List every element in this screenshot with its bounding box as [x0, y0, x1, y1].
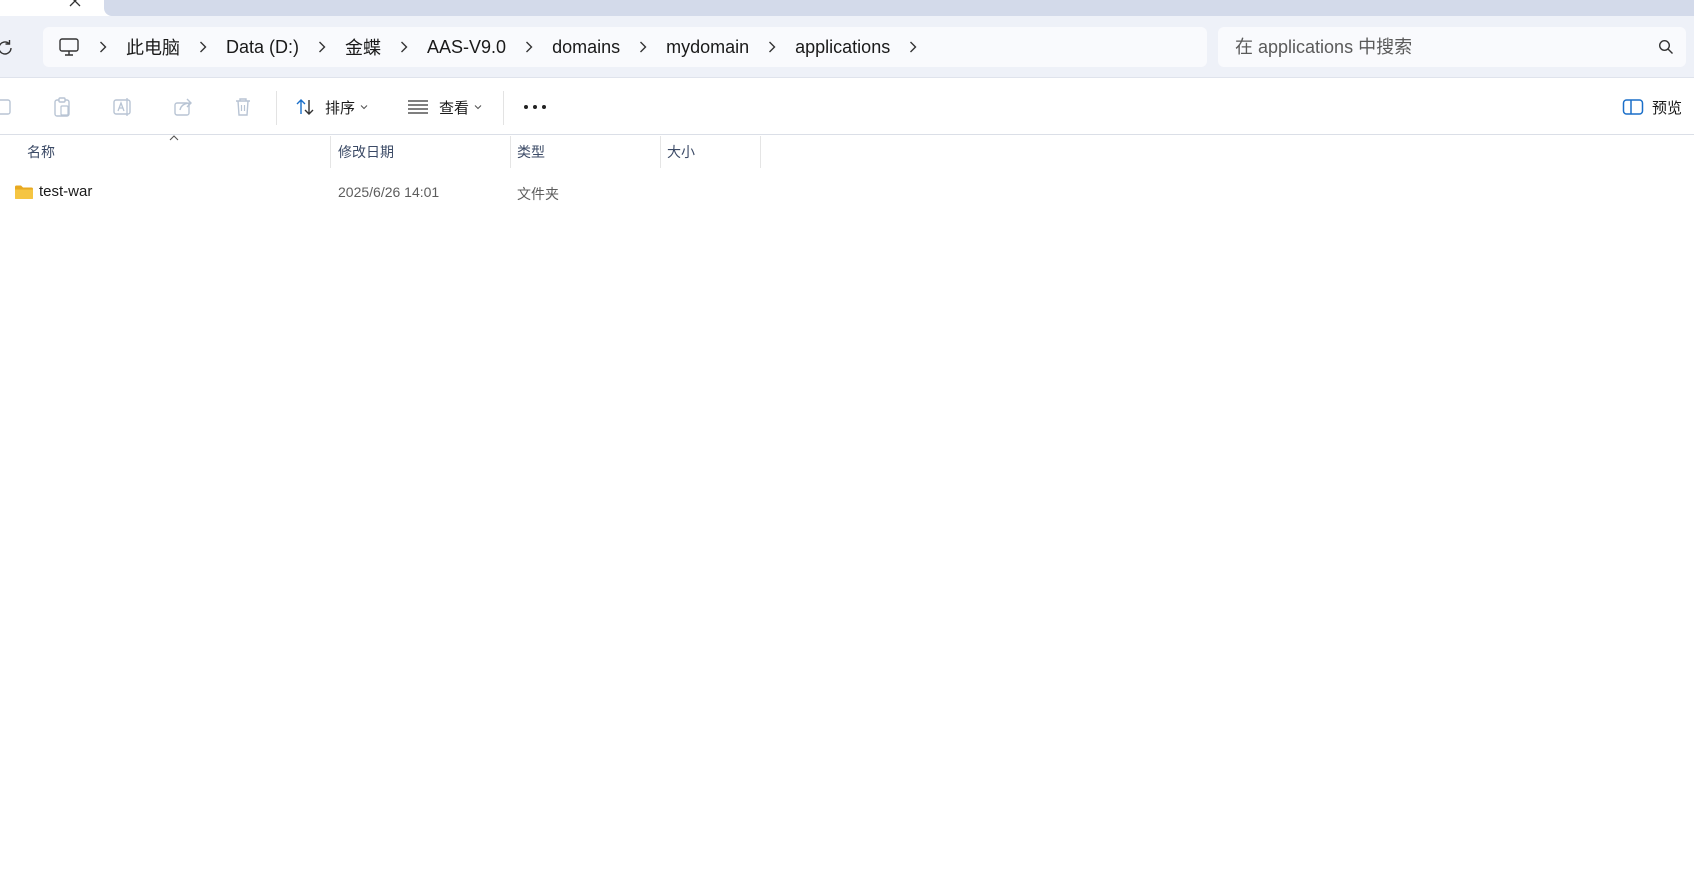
chevron-right-icon[interactable] — [315, 40, 329, 54]
column-type[interactable]: 类型 — [517, 136, 545, 168]
chevron-right-icon[interactable] — [96, 40, 110, 54]
refresh-icon[interactable] — [0, 38, 16, 58]
column-resize-handle[interactable] — [760, 136, 761, 168]
address-row: 此电脑 Data (D:) 金蝶 AAS-V9.0 domains mydoma… — [0, 16, 1694, 78]
search-icon[interactable] — [1658, 39, 1674, 55]
command-bar: 排序 查看 预览 — [0, 79, 1694, 135]
column-resize-handle[interactable] — [660, 136, 661, 168]
breadcrumb-item-data-drive[interactable]: Data (D:) — [226, 37, 299, 58]
toolbar-divider — [276, 91, 277, 125]
column-modified[interactable]: 修改日期 — [338, 136, 394, 168]
breadcrumb-item-applications[interactable]: applications — [795, 37, 890, 58]
breadcrumb[interactable]: 此电脑 Data (D:) 金蝶 AAS-V9.0 domains mydoma… — [43, 27, 1207, 67]
rename-icon[interactable] — [111, 96, 133, 118]
file-type: 文件夹 — [517, 186, 559, 202]
tab-close-icon[interactable] — [68, 0, 82, 8]
share-icon[interactable] — [172, 96, 194, 118]
more-dots-icon — [524, 105, 546, 109]
file-list: test-war 2025/6/26 14:01 文件夹 — [0, 174, 1694, 210]
file-modified: 2025/6/26 14:01 — [338, 184, 440, 200]
breadcrumb-item-domains[interactable]: domains — [552, 37, 620, 58]
chevron-right-icon[interactable] — [765, 40, 779, 54]
toolbar-divider — [503, 91, 504, 125]
view-button[interactable]: 查看 — [407, 91, 483, 123]
tab-strip — [0, 0, 1694, 16]
chevron-down-icon — [360, 105, 368, 110]
sort-ascending-caret-icon — [169, 135, 179, 141]
column-size[interactable]: 大小 — [667, 136, 695, 168]
breadcrumb-item-this-pc[interactable]: 此电脑 — [126, 34, 180, 60]
folder-icon — [15, 185, 33, 199]
column-header: 名称 修改日期 类型 大小 — [0, 135, 1694, 168]
preview-pane-icon — [1622, 99, 1644, 115]
column-resize-handle[interactable] — [330, 136, 331, 168]
chevron-right-icon[interactable] — [522, 40, 536, 54]
sort-icon — [296, 99, 314, 115]
list-item[interactable]: test-war 2025/6/26 14:01 文件夹 — [0, 174, 1694, 210]
view-label: 查看 — [439, 99, 470, 117]
view-icon — [408, 100, 428, 114]
column-resize-handle[interactable] — [510, 136, 511, 168]
more-options-button[interactable] — [522, 95, 548, 119]
new-tab-icon[interactable] — [125, 0, 139, 6]
preview-pane-button[interactable]: 预览 — [1622, 91, 1682, 123]
breadcrumb-item-mydomain[interactable]: mydomain — [666, 37, 749, 58]
preview-label: 预览 — [1652, 99, 1683, 117]
search-input[interactable] — [1218, 27, 1686, 67]
this-pc-icon[interactable] — [58, 36, 80, 58]
breadcrumb-item-kingdee[interactable]: 金蝶 — [345, 34, 381, 60]
paste-icon[interactable] — [51, 96, 73, 118]
column-name[interactable]: 名称 — [27, 136, 55, 168]
chevron-right-icon[interactable] — [906, 40, 920, 54]
chevron-right-icon[interactable] — [636, 40, 650, 54]
delete-icon[interactable] — [232, 96, 254, 118]
sort-button[interactable]: 排序 — [295, 91, 369, 123]
sort-label: 排序 — [325, 99, 356, 117]
breadcrumb-item-aas[interactable]: AAS-V9.0 — [427, 37, 506, 58]
tab-inactive-area[interactable] — [104, 0, 1694, 16]
copy-icon[interactable] — [0, 96, 16, 118]
file-name: test-war — [39, 183, 93, 200]
chevron-right-icon[interactable] — [196, 40, 210, 54]
chevron-right-icon[interactable] — [397, 40, 411, 54]
search-box[interactable] — [1218, 27, 1686, 67]
chevron-down-icon — [474, 105, 482, 110]
